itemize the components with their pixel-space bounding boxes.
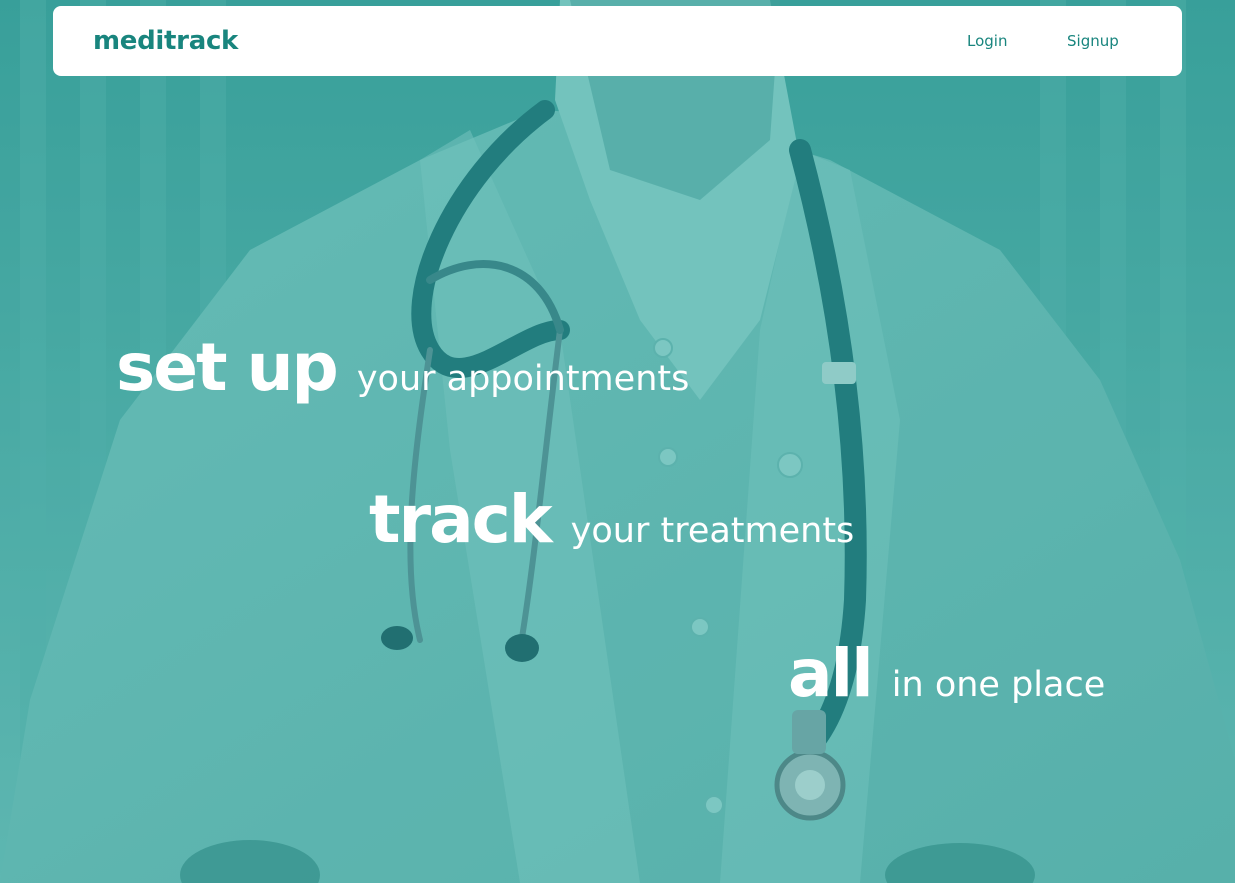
tagline-rest: in one place <box>891 665 1106 705</box>
brand-logo[interactable]: meditrack <box>93 23 238 59</box>
tagline-rest: your appointments <box>356 359 690 399</box>
tagline-emphasis: all <box>788 635 874 712</box>
signup-link[interactable]: Signup <box>1067 30 1119 52</box>
login-link[interactable]: Login <box>967 30 1007 52</box>
hero-tagline-2: track your treatments <box>369 480 854 571</box>
landing-page: meditrack Login Signup set up your appoin… <box>0 0 1235 883</box>
hero-tagline-3: all in one place <box>788 634 1105 725</box>
hero-tagline-1: set up your appointments <box>116 328 689 419</box>
top-navbar: meditrack Login Signup <box>53 6 1182 76</box>
tagline-rest: your treatments <box>570 511 855 551</box>
tagline-emphasis: track <box>369 481 553 558</box>
tagline-emphasis: set up <box>116 329 339 406</box>
hero-background-image <box>0 0 1235 883</box>
